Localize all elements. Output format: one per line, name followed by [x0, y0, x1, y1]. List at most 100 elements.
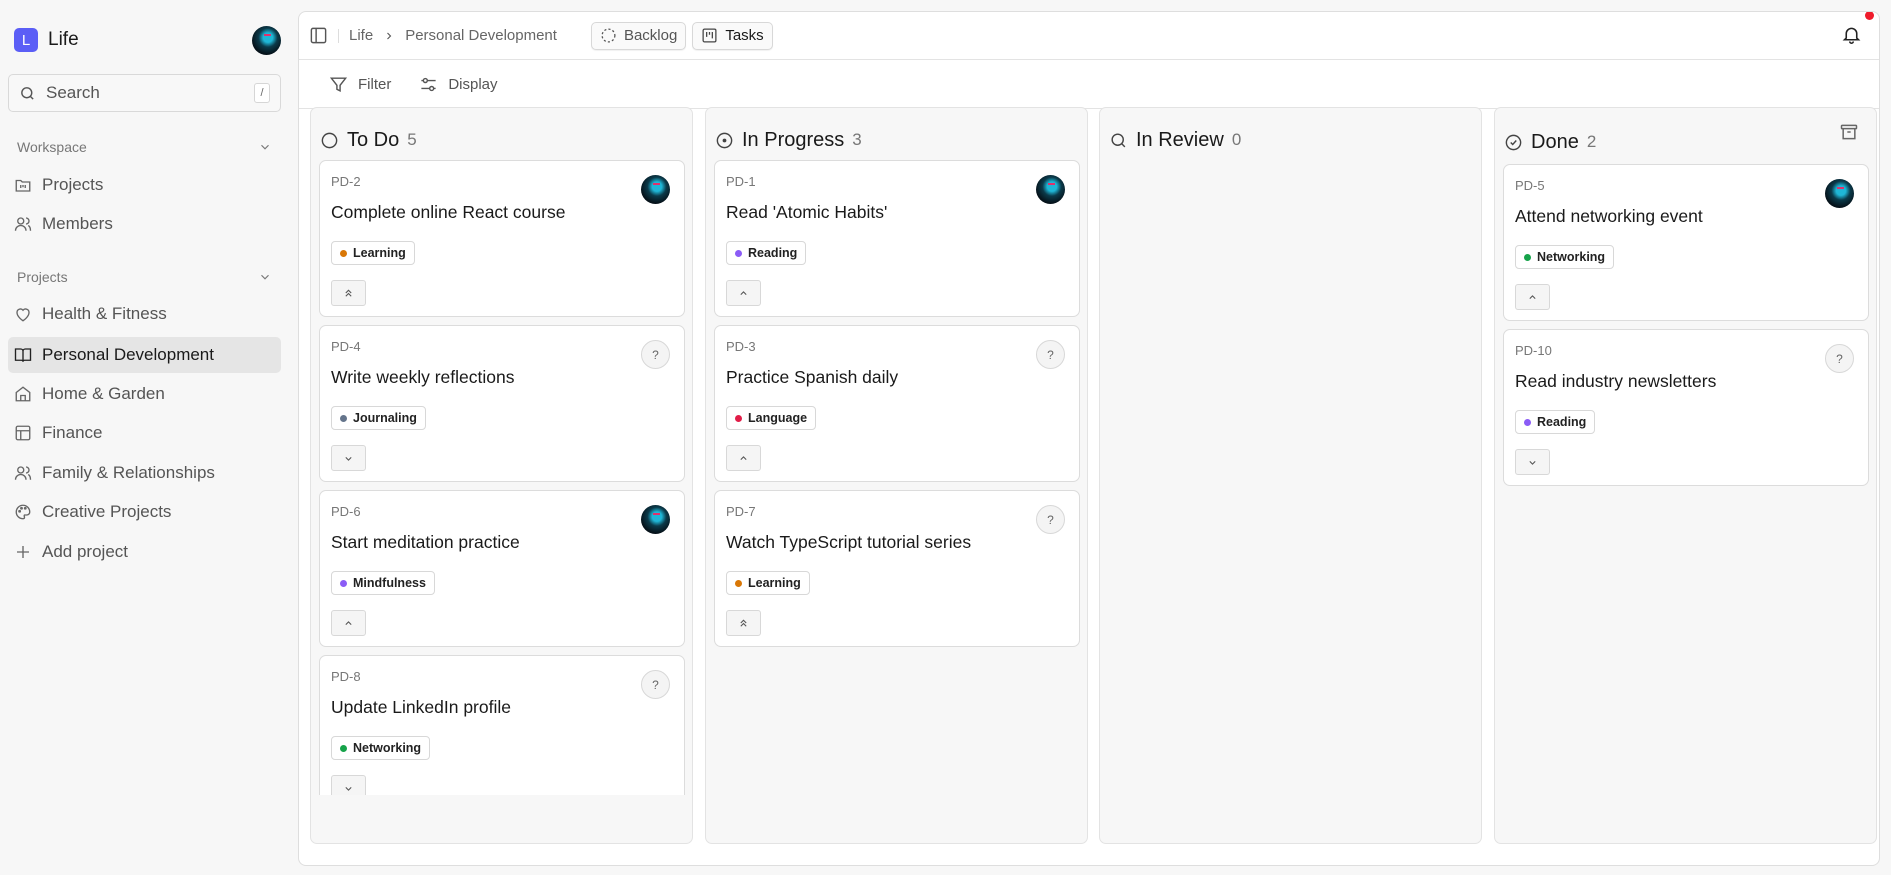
unassigned-avatar[interactable]: ?: [1825, 344, 1854, 373]
assignee-avatar[interactable]: [1036, 175, 1065, 204]
task-label-tag[interactable]: Networking: [1515, 245, 1615, 269]
user-avatar[interactable]: [252, 26, 281, 55]
priority-button[interactable]: [331, 445, 366, 471]
tag-label: Language: [748, 411, 808, 425]
workspace-section-toggle[interactable]: Workspace: [17, 139, 272, 155]
breadcrumb-life[interactable]: Life: [349, 27, 373, 44]
tag-label: Networking: [1537, 250, 1606, 264]
unassigned-avatar[interactable]: ?: [641, 670, 670, 699]
sidebar-item-personal-development[interactable]: Personal Development: [8, 337, 281, 373]
task-label-tag[interactable]: Journaling: [331, 406, 426, 430]
in-progress-icon: [716, 132, 733, 148]
card-list: PD-5 Attend networking event Networking PD-…: [1503, 164, 1869, 795]
card-list: PD-2 Complete online React course Learning…: [319, 160, 685, 795]
unassigned-avatar[interactable]: ?: [1036, 340, 1065, 369]
tag-color-dot: [340, 744, 347, 752]
sidebar-item-finance[interactable]: Finance: [8, 415, 281, 451]
task-label-tag[interactable]: Networking: [331, 736, 431, 760]
projects-section-toggle[interactable]: Projects: [17, 269, 272, 285]
tab-tasks[interactable]: Tasks: [692, 21, 773, 50]
workspace-switcher[interactable]: L Life: [14, 28, 79, 52]
sidebar-item-projects[interactable]: Projects: [8, 167, 281, 203]
task-card[interactable]: PD-4 Write weekly reflections Journaling?: [319, 325, 685, 482]
priority-button[interactable]: [726, 610, 761, 636]
tab-label: Tasks: [725, 27, 764, 44]
display-label: Display: [448, 75, 498, 93]
home-icon: [15, 386, 31, 402]
add-project-label: Add project: [42, 542, 128, 561]
task-card[interactable]: PD-10 Read industry newsletters Reading?: [1503, 329, 1869, 486]
task-label-tag[interactable]: Learning: [726, 571, 810, 595]
sidebar-item-family-relationships[interactable]: Family & Relationships: [8, 455, 281, 491]
sidebar-item-creative-projects[interactable]: Creative Projects: [8, 494, 281, 530]
task-label-tag[interactable]: Language: [726, 406, 817, 430]
task-id: PD-2: [331, 174, 361, 189]
task-label-tag[interactable]: Reading: [726, 241, 807, 265]
notifications-button[interactable]: [1841, 24, 1862, 45]
workspace-name: Life: [48, 29, 79, 50]
tag-color-dot: [1524, 418, 1531, 426]
priority-up-icon: [1529, 294, 1536, 299]
priority-button[interactable]: [1515, 284, 1550, 310]
unassigned-avatar[interactable]: ?: [641, 340, 670, 369]
priority-button[interactable]: [726, 280, 761, 306]
tab-backlog[interactable]: Backlog: [590, 21, 687, 50]
task-id: PD-6: [331, 504, 361, 519]
priority-button[interactable]: [726, 445, 761, 471]
sidebar-toggle-icon[interactable]: [309, 26, 328, 45]
display-button[interactable]: Display: [419, 75, 498, 94]
assignee-avatar[interactable]: [641, 175, 670, 204]
chevron-down-icon: [261, 144, 269, 150]
add-project-button[interactable]: Add project: [8, 534, 281, 570]
tag-label: Networking: [353, 741, 422, 755]
task-label-tag[interactable]: Mindfulness: [331, 571, 435, 595]
toolbar: Filter Display: [299, 60, 1879, 109]
assignee-avatar[interactable]: [641, 505, 670, 534]
sidebar-item-members[interactable]: Members: [8, 206, 281, 242]
sidebar-item-home-garden[interactable]: Home & Garden: [8, 376, 281, 412]
filter-label: Filter: [358, 75, 392, 93]
projects-icon: [15, 179, 31, 192]
sidebar-item-label: Home & Garden: [42, 384, 165, 403]
dashed-circle-icon: [601, 28, 616, 43]
sidebar-item-label: Creative Projects: [42, 502, 172, 521]
column-to-do: To Do 5 PD-2 Complete online React course Le…: [310, 107, 693, 844]
breadcrumb-personal-development[interactable]: Personal Development: [405, 27, 557, 44]
task-label-tag[interactable]: Reading: [1515, 410, 1596, 434]
chevron-right-icon: [387, 32, 392, 39]
members-icon: [14, 217, 32, 231]
workspace-logo: L: [14, 28, 38, 52]
task-title: Read 'Atomic Habits': [726, 202, 888, 222]
priority-button[interactable]: [331, 610, 366, 636]
task-label-tag[interactable]: Learning: [331, 241, 415, 265]
task-card[interactable]: PD-3 Practice Spanish daily Language?: [714, 325, 1080, 482]
task-title: Practice Spanish daily: [726, 367, 899, 387]
sidebar: L Life Search / Workspace Projects Membe…: [0, 0, 298, 875]
task-card[interactable]: PD-1 Read 'Atomic Habits' Reading: [714, 160, 1080, 317]
palette-icon: [15, 504, 31, 520]
tag-label: Learning: [748, 576, 801, 590]
unassigned-avatar[interactable]: ?: [1036, 505, 1065, 534]
tag-label: Learning: [353, 246, 406, 260]
priority-button[interactable]: [331, 775, 366, 795]
search-input[interactable]: Search /: [8, 74, 281, 112]
task-card[interactable]: PD-2 Complete online React course Learning: [319, 160, 685, 317]
chevron-down-icon: [261, 274, 269, 280]
tag-color-dot: [340, 414, 347, 422]
task-card[interactable]: PD-8 Update LinkedIn profile Networking?: [319, 655, 685, 795]
task-card[interactable]: PD-6 Start meditation practice Mindfulness: [319, 490, 685, 647]
notification-badge: [1865, 12, 1874, 20]
priority-down-icon: [345, 456, 352, 461]
task-card[interactable]: PD-7 Watch TypeScript tutorial series Lear…: [714, 490, 1080, 647]
priority-button[interactable]: [331, 280, 366, 306]
tag-color-dot: [1524, 253, 1531, 261]
archive-button[interactable]: [1839, 122, 1859, 142]
assignee-avatar[interactable]: [1825, 179, 1854, 208]
task-card[interactable]: PD-5 Attend networking event Networking: [1503, 164, 1869, 321]
filter-button[interactable]: Filter: [329, 75, 391, 94]
sliders-icon: [421, 77, 436, 91]
sidebar-item-health-fitness[interactable]: Health & Fitness: [8, 296, 281, 332]
priority-button[interactable]: [1515, 449, 1550, 475]
column-header: In Progress 3: [706, 108, 1087, 160]
sidebar-item-label: Health & Fitness: [42, 304, 167, 323]
